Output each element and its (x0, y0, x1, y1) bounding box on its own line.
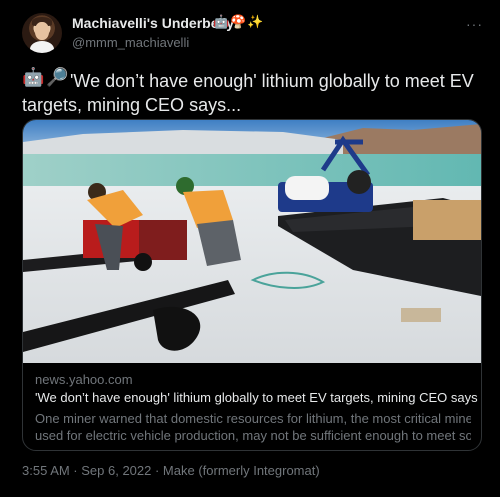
card-title[interactable]: 'We don’t have enough' lithium globally … (35, 390, 478, 405)
mushroom-emoji-icon: 🍄 (230, 14, 247, 29)
more-options-icon[interactable]: ··· (466, 16, 483, 32)
tweet-metadata[interactable]: 3:55 AM · Sep 6, 2022 · Make (formerly I… (22, 463, 320, 478)
tweet: Machiavelli's Underbelly 🤖 🍄 ✨ @mmm_mach… (0, 0, 500, 497)
link-card[interactable]: news.yahoo.com 'We don’t have enough' li… (22, 119, 482, 451)
author-handle[interactable]: @mmm_machiavelli (72, 35, 189, 50)
tweet-text: 'We don’t have enough' lithium globally … (22, 71, 474, 115)
card-domain: news.yahoo.com (35, 372, 133, 387)
card-description-line: used for electric vehicle production, ma… (35, 428, 471, 443)
author-display-name[interactable]: Machiavelli's Underbelly (72, 15, 234, 31)
card-description: One miner warned that domestic resources… (35, 410, 471, 444)
article-image (23, 120, 481, 363)
card-description-line: One miner warned that domestic resources… (35, 411, 471, 426)
sparkles-emoji-icon: ✨ (247, 14, 264, 29)
avatar[interactable] (22, 13, 62, 53)
robot-emoji-icon: 🤖 (213, 14, 230, 29)
